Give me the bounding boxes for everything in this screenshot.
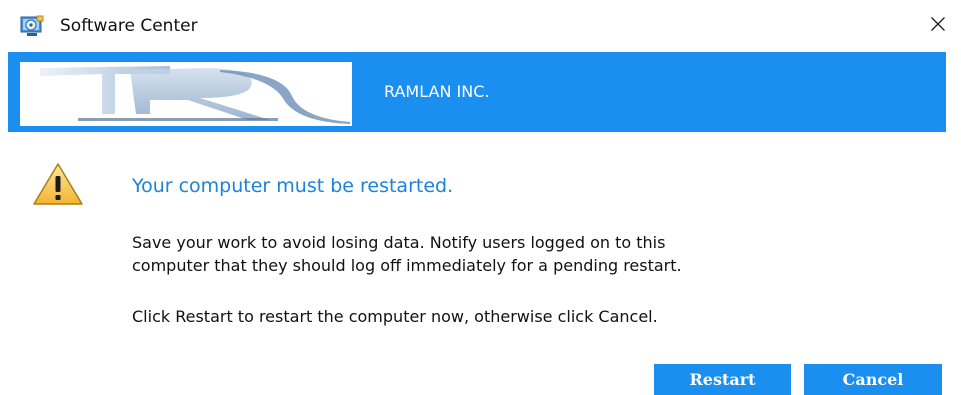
title-bar: Software Center	[0, 0, 961, 52]
software-center-dialog: Software Center RAMLAN INC. Your compute…	[0, 0, 961, 395]
company-logo	[20, 62, 352, 126]
message-line: computer that they should log off immedi…	[132, 256, 682, 275]
window-title: Software Center	[60, 16, 198, 36]
restart-button[interactable]: Restart	[654, 364, 791, 395]
company-banner: RAMLAN INC.	[8, 52, 946, 132]
close-icon	[930, 16, 946, 36]
dialog-message: Save your work to avoid losing data. Not…	[132, 231, 932, 277]
dialog-instruction: Click Restart to restart the computer no…	[132, 307, 658, 326]
warning-icon	[32, 162, 84, 206]
close-button[interactable]	[915, 8, 961, 44]
company-name: RAMLAN INC.	[384, 82, 490, 101]
dialog-heading: Your computer must be restarted.	[132, 175, 454, 197]
message-line: Save your work to avoid losing data. Not…	[132, 233, 666, 252]
software-center-icon	[20, 15, 44, 37]
cancel-button[interactable]: Cancel	[804, 364, 942, 395]
